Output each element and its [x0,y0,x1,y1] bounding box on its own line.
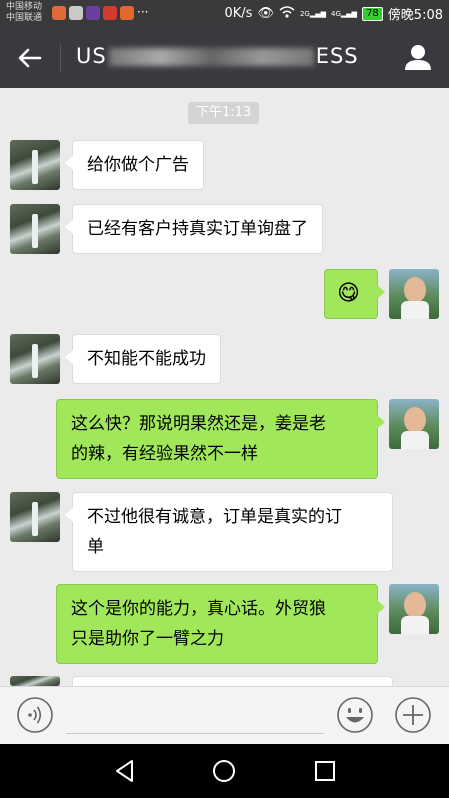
chat-header: US ESS [0,26,449,88]
signal-2-icon: 4G▂▄▆ [331,9,358,18]
message-text-input[interactable] [66,733,324,734]
sent-message-bubble[interactable]: 这么快？那说明果然还是，姜是老 的辣，有经验果然不一样 [56,399,385,479]
plus-icon[interactable] [394,696,432,734]
nav-back-icon[interactable] [112,758,138,784]
message-timestamp: 下午1:13 [188,102,260,124]
chat-title-end: ESS [315,44,359,68]
received-message-bubble[interactable]: 不知能不能成功 [65,334,221,384]
carrier-2: 中国联通 [6,13,43,23]
message-line: 的辣，有经验果然不一样 [71,444,258,464]
received-message-bubble[interactable]: 不过他很有诚意，订单是真实的订 单 [65,492,393,572]
signal-1-icon: 2G▂▄▆ [299,9,327,18]
arrow-left-icon[interactable] [16,44,44,72]
my-avatar[interactable] [389,584,439,634]
message-line: 这么快？那说明果然还是，姜是老 [71,414,326,434]
notification-video-icon [86,6,100,20]
nav-home-icon[interactable] [211,758,237,784]
system-navigation-bar [0,744,449,798]
chat-title-redacted [108,48,314,66]
received-message-bubble[interactable]: 给你做个广告 [65,140,204,190]
notification-news-icon [103,6,117,20]
contact-avatar[interactable] [10,334,60,384]
message-line: 单 [87,537,104,557]
message-line: 这个是你的能力，真心话。外贸狼 [71,599,326,619]
carrier-labels: 中国移动 中国联通 [6,2,42,24]
wifi-icon [279,5,295,22]
sent-emoji-bubble[interactable]: 😋 [324,269,385,319]
nav-recent-icon[interactable] [312,758,338,784]
header-divider [60,44,61,72]
contact-avatar[interactable] [10,676,60,686]
status-right-group: 0K/s 👁 2G▂▄▆ 4G▂▄▆ 78 傍晚5:08 [224,4,443,23]
received-message-bubble[interactable]: 已经有客户持真实订单询盘了 [65,204,323,254]
signal-1-label: 2G [299,9,310,18]
contact-avatar[interactable] [10,204,60,254]
chat-title-start: US [76,44,107,68]
notification-app-icon [52,6,66,20]
status-bar: 中国移动 中国联通 ··· 0K/s 👁 2G▂▄▆ 4G▂▄▆ 78 傍晚5:… [0,0,449,26]
my-avatar[interactable] [389,399,439,449]
battery-icon: 78 [362,6,383,21]
chat-title: US ESS [76,44,359,68]
message-line: 不过他很有诚意，订单是真实的订 [87,507,342,527]
network-speed: 0K/s [224,6,253,21]
more-notifications-icon: ··· [137,5,149,19]
signal-2-label: 4G [331,9,341,18]
notification-icons: ··· [52,6,148,20]
carrier-1: 中国移动 [6,2,43,12]
notification-map-icon [69,6,83,20]
emoji-icon[interactable] [336,696,374,734]
received-message-bubble-partial[interactable] [72,676,393,686]
voice-icon[interactable] [16,696,54,734]
sent-message-bubble[interactable]: 这个是你的能力，真心话。外贸狼 只是助你了一臂之力 [56,584,385,664]
my-avatar[interactable] [389,269,439,319]
person-icon[interactable] [403,42,433,72]
contact-avatar[interactable] [10,140,60,190]
message-line: 只是助你了一臂之力 [71,629,224,649]
notification-weibo-icon [120,6,134,20]
message-input-bar [0,686,449,745]
eye-icon: 👁 [257,6,274,21]
chat-area[interactable]: 下午1:13 给你做个广告 已经有客户持真实订单询盘了 😋 不知能不能成功 这么… [0,88,449,686]
clock: 傍晚5:08 [387,8,443,23]
contact-avatar[interactable] [10,492,60,542]
